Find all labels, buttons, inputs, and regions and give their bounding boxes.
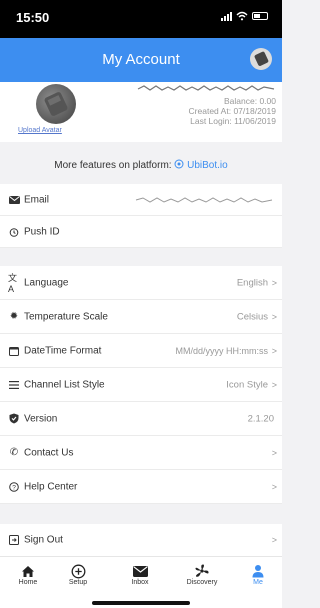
tab-setup[interactable]: Setup (50, 563, 106, 586)
tab-discovery[interactable]: Discovery (174, 563, 230, 586)
balance-label: Balance: (223, 96, 258, 106)
row-temperature-scale[interactable]: ✹ Temperature Scale Celsius > (0, 300, 282, 334)
row-email[interactable]: Email (0, 184, 282, 216)
language-label: Language (24, 277, 69, 288)
tab-discovery-label: Discovery (186, 579, 218, 586)
balance-line: Balance: 0.00 (136, 96, 276, 106)
version-value: 2.1.20 (247, 413, 274, 424)
translate-icon: 文A (8, 273, 18, 294)
temperature-value: Celsius (236, 311, 268, 322)
plus-circle-icon (50, 563, 106, 579)
chevron-right-icon: > (271, 447, 277, 458)
row-help-center[interactable]: ? Help Center > (0, 470, 282, 504)
email-label: Email (24, 194, 50, 205)
row-channel-list-style[interactable]: Channel List Style Icon Style > (0, 368, 282, 402)
status-time: 15:50 (16, 10, 50, 25)
redacted-email (135, 196, 273, 203)
wifi-icon (236, 11, 248, 21)
row-datetime-format[interactable]: DateTime Format MM/dd/yyyy HH:mm:ss > (0, 334, 282, 368)
created-line: Created At: 07/18/2019 (136, 106, 276, 116)
phone-icon: ✆ (9, 447, 19, 458)
last-login-line: Last Login: 11/06/2019 (136, 116, 276, 126)
tab-home-label: Home (18, 579, 38, 586)
status-icons (221, 11, 268, 21)
tab-me-label: Me (253, 579, 263, 586)
help-icon: ? (8, 481, 20, 493)
chevron-right-icon: > (271, 277, 277, 288)
sign-out-icon (8, 534, 20, 546)
fan-icon (174, 563, 230, 579)
platform-link[interactable]: UbiBot.io (174, 159, 228, 171)
list-icon (8, 379, 20, 391)
row-contact-us[interactable]: ✆ Contact Us > (0, 436, 282, 470)
last-login-value: 11/06/2019 (234, 116, 276, 126)
chevron-right-icon: > (271, 311, 277, 322)
last-login-label: Last Login: (190, 116, 232, 126)
channel-value: Icon Style (226, 379, 268, 390)
datetime-label: DateTime Format (24, 345, 102, 356)
profile-card: Upload Avatar Balance: 0.00 Created At: … (0, 82, 282, 142)
svg-text:?: ? (12, 484, 16, 491)
header: My Account (0, 38, 282, 82)
calendar-icon (8, 345, 20, 357)
sign-out-label: Sign Out (24, 534, 63, 546)
chat-icon (174, 159, 184, 169)
sun-icon: ✹ (9, 311, 19, 322)
row-version[interactable]: Version 2.1.20 (0, 402, 282, 436)
chevron-right-icon: > (271, 345, 277, 356)
features-text: More features on platform: (54, 160, 172, 171)
mail-icon (8, 194, 20, 206)
row-sign-out[interactable]: Sign Out > (0, 524, 282, 556)
redacted-username (137, 85, 275, 91)
temperature-label: Temperature Scale (24, 311, 108, 322)
language-value: English (236, 277, 268, 288)
chevron-right-icon: > (271, 481, 277, 492)
help-label: Help Center (24, 481, 78, 492)
chevron-right-icon: > (271, 379, 277, 390)
timer-icon (8, 226, 20, 238)
balance-value: 0.00 (259, 96, 276, 106)
mail-icon (112, 563, 168, 579)
status-bar: 15:50 (0, 0, 282, 38)
channel-label: Channel List Style (24, 379, 105, 390)
tab-home[interactable]: Home (0, 563, 56, 586)
tab-me[interactable]: Me (230, 563, 286, 586)
row-push-id[interactable]: Push ID (0, 216, 282, 248)
tab-setup-label: Setup (68, 579, 88, 586)
page-title: My Account (102, 51, 180, 68)
datetime-value: MM/dd/yyyy HH:mm:ss (175, 345, 268, 356)
platform-link-label: UbiBot.io (187, 160, 228, 171)
version-label: Version (24, 413, 58, 424)
chevron-right-icon: > (271, 535, 277, 545)
battery-icon (252, 12, 268, 20)
contact-label: Contact Us (24, 447, 74, 458)
signal-icon (221, 11, 232, 21)
home-icon (0, 563, 56, 579)
profile-info: Balance: 0.00 Created At: 07/18/2019 Las… (136, 84, 276, 126)
home-indicator[interactable] (92, 601, 190, 605)
created-label: Created At: (188, 106, 232, 116)
created-value: 07/18/2019 (233, 106, 276, 116)
shield-check-icon (8, 413, 20, 425)
tab-inbox-label: Inbox (131, 579, 149, 586)
header-avatar[interactable] (250, 48, 272, 70)
upload-avatar-link[interactable]: Upload Avatar (18, 127, 62, 134)
push-id-label: Push ID (24, 226, 60, 237)
person-icon (230, 563, 286, 579)
platform-features: More features on platform: UbiBot.io (0, 148, 282, 184)
avatar[interactable] (36, 84, 76, 124)
tab-inbox[interactable]: Inbox (112, 563, 168, 586)
row-language[interactable]: 文A Language English > (0, 266, 282, 300)
